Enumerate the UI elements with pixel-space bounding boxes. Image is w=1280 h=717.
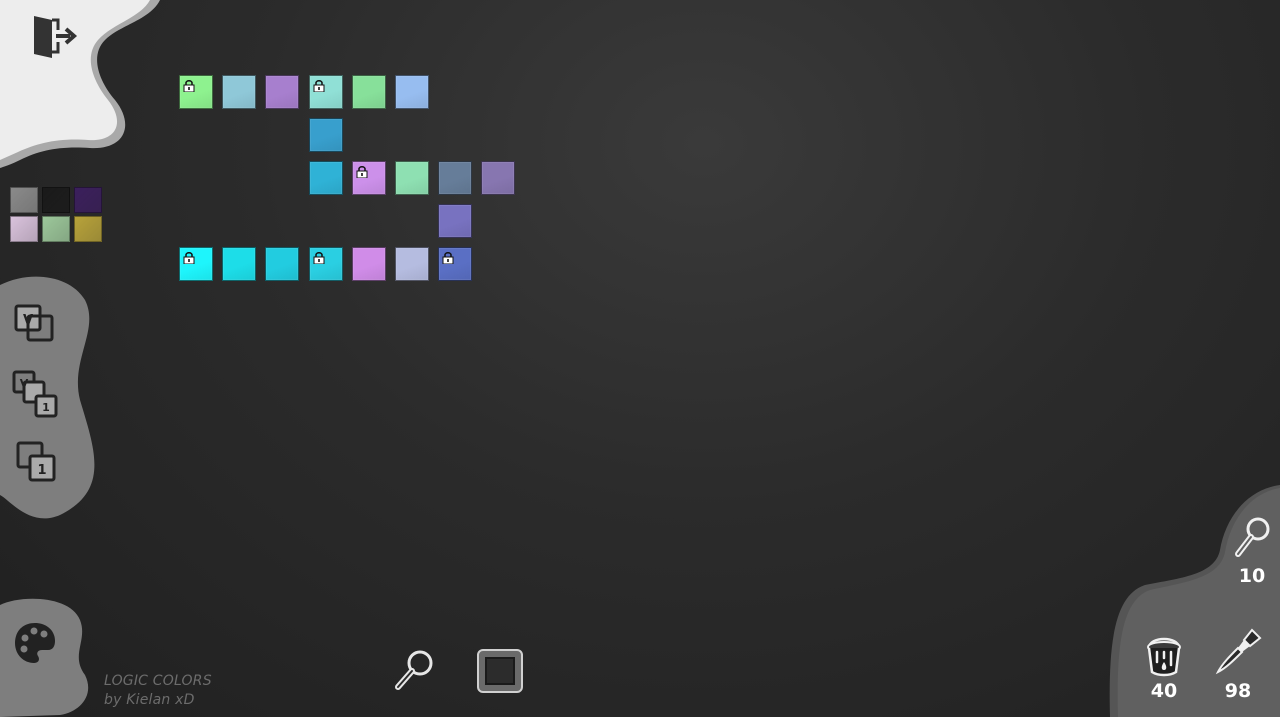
zoom-button[interactable] [392, 648, 436, 694]
swatch-gold-texture[interactable] [74, 216, 102, 242]
brush-count: 98 [1224, 680, 1252, 702]
credit-author: by Kielan xD [104, 692, 195, 708]
hint-button[interactable] [1232, 514, 1274, 560]
brush-button[interactable] [1214, 626, 1264, 676]
color-tile[interactable] [481, 161, 516, 195]
hint-count: 10 [1238, 565, 1266, 587]
locked-tile [179, 247, 213, 281]
paint-brush-icon [1215, 628, 1262, 675]
color-tile[interactable] [265, 75, 300, 109]
locked-tile [308, 247, 343, 281]
color-tile[interactable] [222, 247, 257, 281]
color-tile[interactable] [395, 247, 429, 281]
svg-text:1: 1 [37, 463, 46, 478]
locked-tile [438, 247, 473, 281]
mode-1-button[interactable]: 1 [14, 440, 60, 484]
color-tile[interactable] [222, 75, 257, 109]
color-tile[interactable] [308, 161, 343, 195]
palette-icon [15, 623, 55, 663]
exit-button[interactable] [30, 12, 78, 60]
lock-icon [356, 165, 368, 179]
svg-text:1: 1 [42, 401, 50, 414]
swatch-green-texture[interactable] [42, 216, 70, 242]
mode-1-icon: 1 [16, 441, 56, 482]
color-tile[interactable] [438, 161, 473, 195]
lock-icon [313, 251, 325, 265]
color-tile[interactable] [351, 75, 386, 109]
swatch-black[interactable] [42, 187, 70, 213]
magnifier-icon [395, 650, 433, 690]
paint-bucket-icon [1147, 637, 1181, 677]
color-tile[interactable] [351, 247, 386, 281]
swatch-purple-texture[interactable] [74, 187, 102, 213]
locked-tile [179, 75, 213, 109]
credit-title: LOGIC COLORS [104, 673, 212, 689]
color-tile[interactable] [308, 118, 343, 152]
bucket-button[interactable] [1144, 628, 1184, 678]
square-frame-icon [477, 649, 523, 693]
frame-button[interactable] [476, 648, 524, 694]
color-tile[interactable] [395, 75, 429, 109]
swatch-gray-gradient[interactable] [10, 187, 38, 213]
exit-door-icon [34, 16, 78, 58]
lock-icon [313, 79, 325, 93]
mode-v-1-button[interactable]: V 1 [10, 370, 60, 418]
mode-v-button[interactable]: V [12, 302, 60, 346]
color-tile[interactable] [395, 161, 429, 195]
color-tile[interactable] [265, 247, 300, 281]
mode-v-1-icon: V 1 [12, 370, 58, 418]
lock-icon [442, 251, 454, 265]
svg-text:V: V [23, 313, 33, 328]
palette-button[interactable] [12, 620, 58, 666]
swatch-pink-texture[interactable] [10, 216, 38, 242]
lock-icon [183, 251, 195, 265]
locked-tile [308, 75, 343, 109]
color-tile[interactable] [438, 204, 473, 238]
svg-text:V: V [20, 377, 29, 390]
lock-icon [183, 79, 195, 93]
bucket-count: 40 [1150, 680, 1178, 702]
locked-tile [351, 161, 386, 195]
magnifier-icon [1235, 517, 1270, 557]
mode-v-icon: V [14, 304, 54, 342]
